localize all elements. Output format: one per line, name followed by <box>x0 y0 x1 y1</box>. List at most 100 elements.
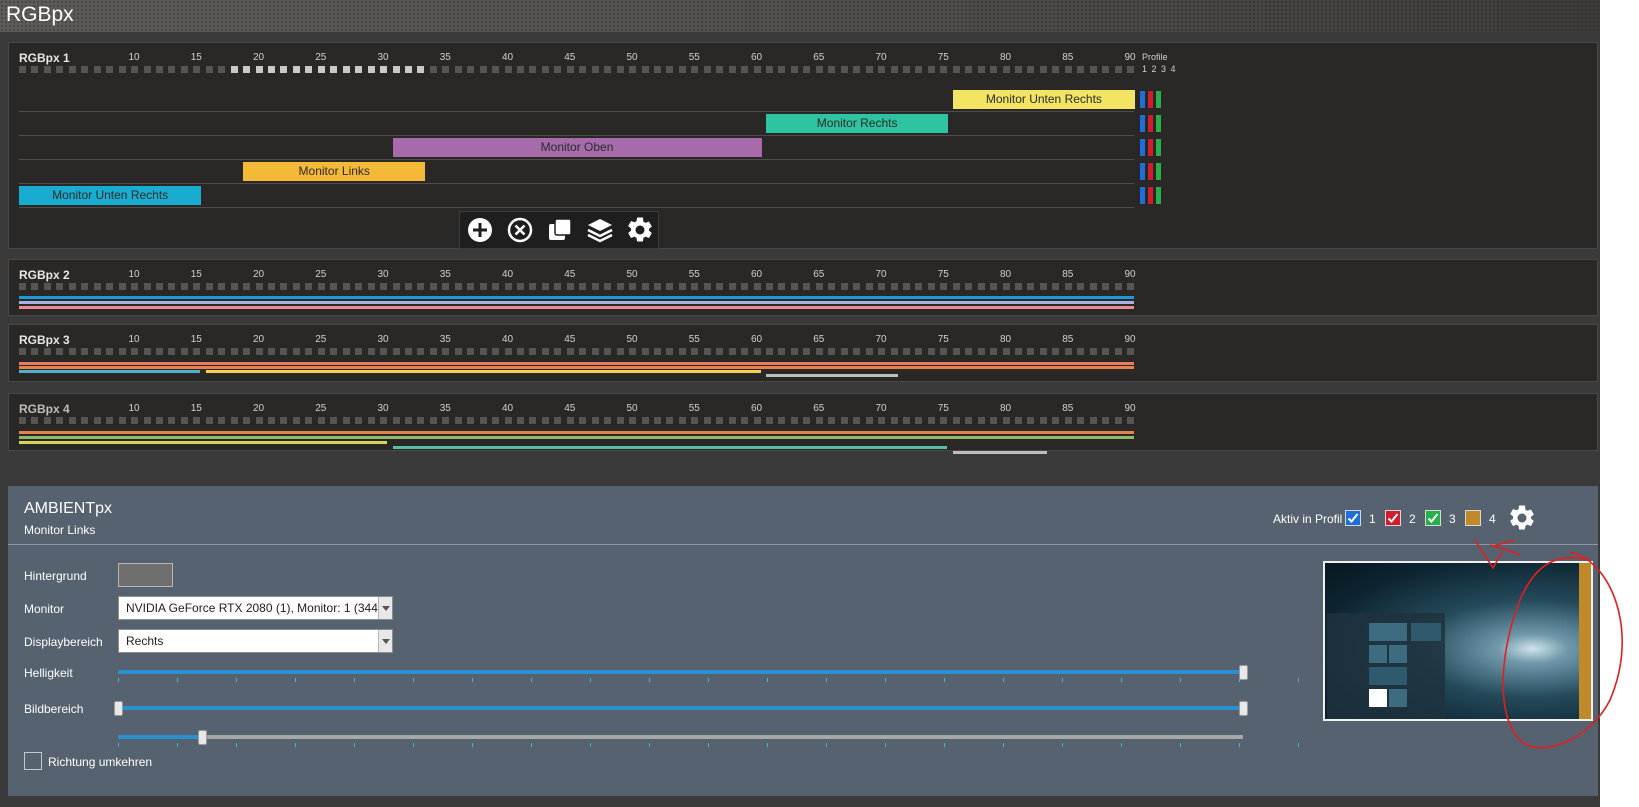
slider-thumb-end[interactable] <box>1239 701 1248 716</box>
tick-label: 70 <box>875 52 887 63</box>
led-indicator <box>977 417 985 424</box>
slider-tick <box>1003 743 1004 747</box>
display-area-select[interactable]: Rechts <box>118 629 393 653</box>
tick-label: 45 <box>564 52 576 63</box>
segment-settings-button[interactable] <box>625 215 655 245</box>
led-indicator <box>442 283 450 290</box>
led-indicator <box>1127 417 1135 424</box>
profile-checkbox-4[interactable] <box>1465 510 1481 526</box>
led-indicator <box>1027 283 1035 290</box>
brightness-slider[interactable] <box>118 660 1299 684</box>
profile-indicator[interactable] <box>1140 91 1145 108</box>
ambient-settings-button[interactable] <box>1507 503 1537 533</box>
profile-number: 1 <box>1369 512 1376 526</box>
duplicate-segment-button[interactable] <box>545 215 575 245</box>
profile-indicator[interactable] <box>1148 187 1153 204</box>
slider-thumb-start[interactable] <box>114 701 123 716</box>
add-segment-button[interactable] <box>465 215 495 245</box>
led-indicator <box>1064 66 1072 73</box>
led-indicator <box>691 348 699 355</box>
add-icon <box>468 218 492 242</box>
led-indicator <box>541 348 549 355</box>
slider-tick <box>885 678 886 682</box>
display-area-label: Displaybereich <box>24 635 103 649</box>
led-indicator <box>703 417 711 424</box>
profile-indicator[interactable] <box>1148 115 1153 132</box>
segment-monitor-oben[interactable]: Monitor Oben <box>392 138 762 157</box>
profile-indicator[interactable] <box>1148 91 1153 108</box>
profile-indicator[interactable] <box>1156 115 1161 132</box>
led-indicator <box>517 417 524 424</box>
ambient-panel: AMBIENTpx Monitor Links Aktiv in Profil … <box>8 486 1598 796</box>
profile-indicator[interactable] <box>1156 187 1161 204</box>
led-line <box>392 446 948 449</box>
led-indicator <box>81 283 89 290</box>
rgbpx-strip-2: RGBpx 2 10 15 20 25 30 35 40 45 50 55 60 65 70 75 80 85… <box>8 259 1598 316</box>
tick-label: 25 <box>315 269 327 280</box>
layers-button[interactable] <box>585 215 615 245</box>
led-indicator <box>902 66 910 73</box>
led-line <box>19 362 1135 365</box>
rgbpx-strip-1: RGBpx 1 10 15 20 25 30 35 40 45 50 55 60 65 70 75 80 85… <box>8 42 1598 249</box>
profile-indicator[interactable] <box>1140 139 1145 156</box>
led-indicator <box>118 283 126 290</box>
slider-tick <box>1298 743 1299 747</box>
image-area-range-slider[interactable] <box>114 696 1298 720</box>
led-indicator <box>766 66 773 73</box>
led-indicator <box>1027 348 1035 355</box>
led-indicator <box>479 283 487 290</box>
led-indicator <box>517 283 524 290</box>
led-indicator <box>454 417 462 424</box>
led-indicator <box>753 283 761 290</box>
check-icon <box>1427 513 1439 523</box>
led-indicator <box>442 348 450 355</box>
profile-indicator[interactable] <box>1156 163 1161 180</box>
led-indicator <box>1127 348 1135 355</box>
profile-indicator[interactable] <box>1140 187 1145 204</box>
profile-indicator[interactable] <box>1140 115 1145 132</box>
profile-indicator[interactable] <box>1148 163 1153 180</box>
profile-checkbox-1[interactable] <box>1345 510 1361 526</box>
led-indicator <box>940 283 948 290</box>
led-indicator <box>1052 66 1060 73</box>
led-indicator <box>143 283 151 290</box>
segment-monitor-unten-rechts[interactable]: Monitor Unten Rechts <box>952 90 1136 109</box>
led-indicator <box>504 283 512 290</box>
led-indicator <box>653 283 661 290</box>
slider-tick <box>295 743 296 747</box>
tick-label: 15 <box>190 269 202 280</box>
led-indicator <box>292 283 300 290</box>
profile-indicator[interactable] <box>1156 139 1161 156</box>
reverse-direction-checkbox[interactable] <box>24 752 42 770</box>
led-indicator <box>268 417 275 424</box>
profile-indicator[interactable] <box>1148 139 1153 156</box>
profile-indicator[interactable] <box>1140 163 1145 180</box>
monitor-select[interactable]: NVIDIA GeForce RTX 2080 (1), Monitor: 1 … <box>118 596 393 620</box>
segment-monitor-links[interactable]: Monitor Links <box>243 162 426 181</box>
led-indicator <box>1102 417 1110 424</box>
slider-tick <box>944 678 945 682</box>
led-indicator <box>268 66 275 73</box>
profile-checkbox-2[interactable] <box>1385 510 1401 526</box>
led-indicator <box>392 417 400 424</box>
slider-tick <box>767 678 768 682</box>
led-indicator <box>218 283 226 290</box>
remove-segment-button[interactable] <box>505 215 535 245</box>
led-indicator <box>93 283 101 290</box>
led-indicator <box>492 283 500 290</box>
led-indicator <box>317 417 325 424</box>
led-indicator <box>940 66 948 73</box>
led-indicator <box>467 283 475 290</box>
segment-monitor-rechts[interactable]: Monitor Rechts <box>766 114 949 133</box>
segment-monitor-unten-rechts[interactable]: Monitor Unten Rechts <box>19 186 202 205</box>
led-indicator <box>1039 283 1047 290</box>
led-indicator <box>143 66 151 73</box>
led-indicator <box>168 283 176 290</box>
led-indicator <box>68 417 76 424</box>
image-area-offset-slider[interactable] <box>118 725 1299 749</box>
profile-indicator[interactable] <box>1156 91 1161 108</box>
led-indicator <box>529 66 537 73</box>
led-indicator <box>280 348 288 355</box>
background-color-swatch[interactable] <box>118 563 173 587</box>
profile-checkbox-3[interactable] <box>1425 510 1441 526</box>
